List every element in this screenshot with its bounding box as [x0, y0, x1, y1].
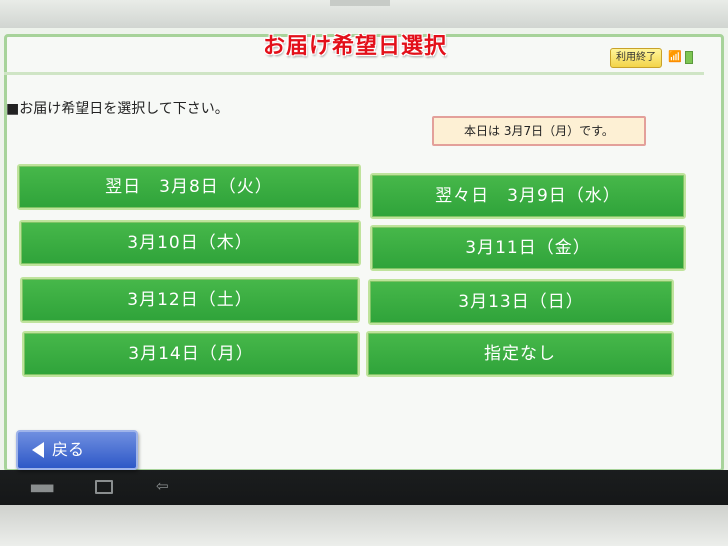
- android-nav-bar: ■■■ ⇦: [0, 476, 728, 498]
- device-bezel-top: [0, 0, 728, 30]
- date-button-mar-10[interactable]: 3月10日（木）: [19, 220, 361, 266]
- recent-apps-icon[interactable]: ■■■: [30, 483, 54, 494]
- date-button-mar-12[interactable]: 3月12日（土）: [20, 277, 360, 323]
- title-divider: [4, 72, 704, 75]
- wifi-icon: 📶: [668, 50, 682, 63]
- battery-icon: [684, 50, 693, 64]
- device-notch: [330, 0, 390, 6]
- instruction-text: ■お届け希望日を選択して下さい。: [6, 101, 229, 117]
- date-button-mar-11[interactable]: 3月11日（金）: [370, 225, 686, 271]
- page-title-wrap: お届け希望日選択: [250, 32, 460, 62]
- page-title: お届け希望日選択: [262, 34, 447, 59]
- back-button-label: 戻る: [52, 440, 85, 459]
- date-button-mar-13[interactable]: 3月13日（日）: [368, 279, 674, 325]
- date-button-next-day[interactable]: 翌日 3月8日（火）: [17, 164, 361, 210]
- home-icon[interactable]: [95, 480, 113, 494]
- today-notice: 本日は 3月7日（月）です。: [432, 116, 646, 146]
- back-arrow-icon: [32, 441, 44, 458]
- date-button-day-after-next[interactable]: 翌々日 3月9日（水）: [370, 173, 686, 219]
- exit-button[interactable]: 利用終了: [610, 48, 662, 68]
- status-icons: 📶: [668, 48, 698, 66]
- back-button[interactable]: 戻る: [16, 430, 138, 470]
- date-button-unspecified[interactable]: 指定なし: [366, 331, 674, 377]
- device-frame-bottom: [0, 505, 728, 546]
- date-button-mar-14[interactable]: 3月14日（月）: [22, 331, 360, 377]
- nav-back-icon[interactable]: ⇦: [156, 477, 169, 495]
